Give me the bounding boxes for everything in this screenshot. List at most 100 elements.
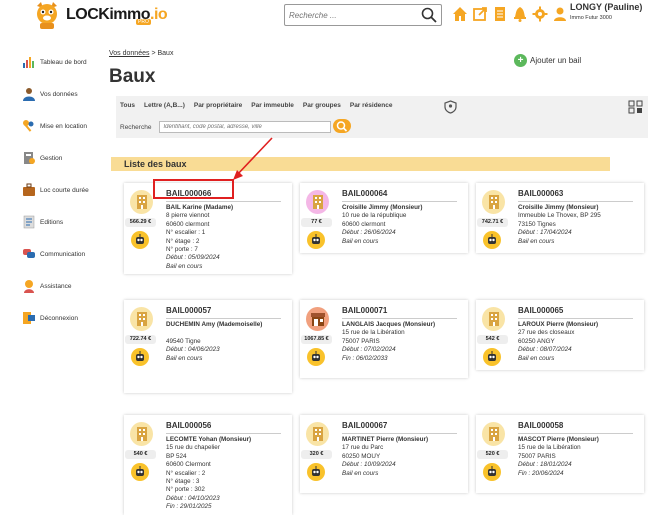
- sidebar-item-communication[interactable]: Communication: [22, 238, 102, 270]
- filter-tab-lettre[interactable]: Lettre (A,B...): [144, 102, 185, 109]
- address-line: 10 rue de la république: [342, 212, 407, 220]
- bell-icon[interactable]: [512, 6, 528, 22]
- robot-assistant-icon[interactable]: [307, 231, 325, 249]
- global-search[interactable]: [284, 4, 442, 26]
- lease-start-date: Début : 17/04/2024: [518, 229, 572, 237]
- address-line: 15 rue de la Libération: [518, 444, 581, 452]
- lease-status: Bail en cours: [342, 237, 379, 245]
- user-block[interactable]: LONGY (Pauline) Immo Futur 3000: [570, 2, 642, 21]
- filter-search-button[interactable]: [333, 119, 352, 135]
- card-divider: [518, 318, 633, 319]
- home-icon[interactable]: [452, 6, 468, 22]
- card-divider: [342, 318, 457, 319]
- address-line: 60600 Clermont: [166, 461, 211, 469]
- app-logo[interactable]: LOCKimmo.io PRO: [32, 0, 168, 30]
- filter-tab-tous[interactable]: Tous: [120, 102, 135, 109]
- robot-assistant-icon[interactable]: [483, 463, 501, 481]
- lease-details: LAROUX Pierre (Monsieur) 27 rue des close…: [518, 321, 598, 363]
- robot-assistant-icon[interactable]: [131, 231, 149, 249]
- sidebar-item-editions[interactable]: Editions: [22, 206, 102, 238]
- lease-price: 566.29 €: [125, 218, 156, 227]
- sidebar-item-deconnexion[interactable]: Déconnexion: [22, 302, 102, 334]
- add-lease-button[interactable]: + Ajouter un bail: [514, 54, 581, 67]
- lease-card[interactable]: 1067.85 € BAIL000071 LANGLAIS Jacques (Mon…: [300, 300, 468, 378]
- lease-card[interactable]: 722.74 € BAIL000057 DUCHEMIN Amy (Mademois…: [124, 300, 292, 393]
- sidebar-item-vos-donnees[interactable]: Vos données: [22, 78, 102, 110]
- keys-icon: [22, 119, 36, 133]
- lease-reference[interactable]: BAIL000063: [518, 189, 563, 198]
- sidebar-item-assistance[interactable]: Assistance: [22, 270, 102, 302]
- address-line: 15 rue de la Libération: [342, 329, 405, 337]
- filter-tab-immeuble[interactable]: Par immeuble: [251, 102, 294, 109]
- shield-icon[interactable]: [444, 100, 457, 119]
- lease-reference[interactable]: BAIL000067: [342, 421, 387, 430]
- logo-text: LOCKimmo.io: [66, 6, 168, 23]
- lease-reference[interactable]: BAIL000056: [166, 421, 211, 430]
- lease-card[interactable]: 320 € BAIL000067 MARTINET Pierre (Monsieur…: [300, 415, 468, 493]
- filter-tab-groupes[interactable]: Par groupes: [303, 102, 341, 109]
- lease-price: 520 €: [477, 450, 508, 459]
- sidebar-item-mise-en-location[interactable]: Mise en location: [22, 110, 102, 142]
- tenant-name: LANGLAIS Jacques (Monsieur): [342, 321, 436, 328]
- user-icon[interactable]: [552, 6, 568, 22]
- address-line: BP 524: [166, 452, 187, 460]
- filter-search-label: Recherche: [120, 123, 152, 131]
- lease-price: 77 €: [301, 218, 332, 227]
- gear-icon[interactable]: [532, 6, 548, 22]
- lease-card[interactable]: 77 € BAIL000064 Croisille Jimmy (Monsieur)…: [300, 183, 468, 253]
- breadcrumb-link-vos-donnees[interactable]: Vos données: [109, 50, 149, 57]
- support-icon: [22, 279, 36, 293]
- lease-start-date: Début : 08/07/2024: [518, 346, 572, 354]
- address-line: N° escalier : 2: [166, 469, 206, 477]
- search-icon[interactable]: [421, 7, 437, 28]
- lease-status: Bail en cours: [518, 354, 555, 362]
- address-line: 60600 clermont: [166, 220, 210, 228]
- building-icon: [306, 422, 329, 446]
- cat-mascot-icon: [32, 0, 62, 30]
- address-line: 8 pierre viennot: [166, 212, 210, 220]
- lease-start-date: Début : 04/10/2023: [166, 494, 220, 502]
- lease-card[interactable]: 742.71 € BAIL000063 Croisille Jimmy (Monsi…: [476, 183, 644, 253]
- tenant-name: LAROUX Pierre (Monsieur): [518, 321, 599, 328]
- address-line: 75007 PARIS: [342, 337, 380, 345]
- filter-tab-residence[interactable]: Par résidence: [350, 102, 393, 109]
- global-search-input[interactable]: [285, 10, 413, 20]
- lease-card[interactable]: 542 € BAIL000065 LAROUX Pierre (Monsieur) 2…: [476, 300, 644, 370]
- annotation-arrow: [233, 137, 273, 180]
- address-line: 15 rue du chapelier: [166, 444, 220, 452]
- robot-assistant-icon[interactable]: [131, 463, 149, 481]
- building-icon: [130, 422, 153, 446]
- tools-icon[interactable]: [628, 100, 644, 119]
- lease-reference[interactable]: BAIL000064: [342, 189, 387, 198]
- external-link-icon[interactable]: [472, 6, 488, 22]
- lease-reference[interactable]: BAIL000065: [518, 306, 563, 315]
- address-line: 60600 clermont: [342, 220, 386, 228]
- sidebar-item-dashboard[interactable]: Tableau de bord: [22, 46, 102, 78]
- breadcrumb-separator: >: [151, 50, 156, 57]
- robot-assistant-icon[interactable]: [307, 348, 325, 366]
- robot-assistant-icon[interactable]: [307, 463, 325, 481]
- address-line: 17 rue du Parc: [342, 444, 384, 452]
- lease-card[interactable]: 520 € BAIL000058 MASCOT Pierre (Monsieur) 1…: [476, 415, 644, 493]
- tenant-name: MASCOT Pierre (Monsieur): [518, 436, 599, 443]
- lease-reference[interactable]: BAIL000071: [342, 306, 387, 315]
- dashboard-icon: [22, 55, 36, 69]
- card-divider: [166, 318, 281, 319]
- filter-tab-proprietaire[interactable]: Par propriétaire: [194, 102, 242, 109]
- lease-reference[interactable]: BAIL000058: [518, 421, 563, 430]
- address-line: 27 rue des closeaux: [518, 329, 575, 337]
- tenant-name: Croisille Jimmy (Monsieur): [342, 204, 423, 211]
- card-divider: [518, 201, 633, 202]
- robot-assistant-icon[interactable]: [131, 348, 149, 366]
- lease-start-date: Début : 05/09/2024: [166, 254, 220, 262]
- sidebar-item-loc-courte-duree[interactable]: Loc courte durée: [22, 174, 102, 206]
- building-icon: [482, 422, 505, 446]
- breadcrumb-current: Baux: [157, 50, 174, 57]
- sidebar-item-gestion[interactable]: Gestion: [22, 142, 102, 174]
- robot-assistant-icon[interactable]: [483, 231, 501, 249]
- document-icon[interactable]: [492, 6, 508, 22]
- lease-reference[interactable]: BAIL000057: [166, 306, 211, 315]
- robot-assistant-icon[interactable]: [483, 348, 501, 366]
- lease-card[interactable]: 540 € BAIL000056 LECOMTE Yohan (Monsieur) 1…: [124, 415, 292, 515]
- card-divider: [166, 433, 281, 434]
